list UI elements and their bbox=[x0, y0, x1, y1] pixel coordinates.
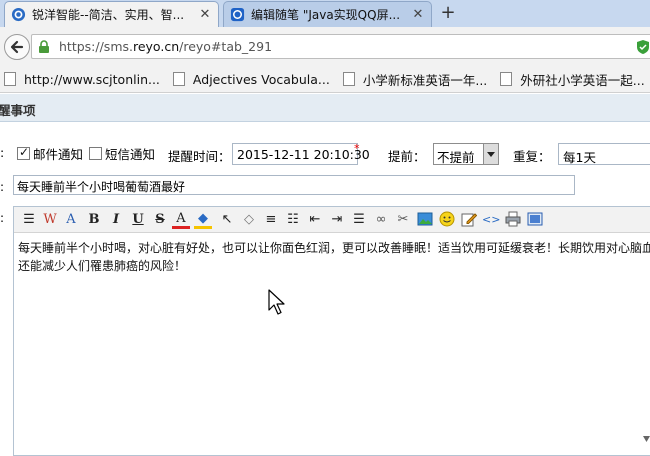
bookmark-item[interactable]: Adjectives Vocabula... bbox=[172, 71, 330, 87]
rich-text-editor: ☰ W A B I U S A ◆ ↖ ◇ ≡ ☷ ⇤ ⇥ ☰ ∞ ✂ <> 每… bbox=[13, 206, 650, 456]
mouse-cursor-icon bbox=[268, 289, 285, 315]
repeat-input[interactable]: 每1天 bbox=[558, 143, 650, 165]
sms-notify-checkbox[interactable] bbox=[89, 147, 102, 160]
panel-header: 醒事项 bbox=[0, 94, 650, 122]
panel-title: 醒事项 bbox=[0, 103, 36, 118]
strikethrough-icon[interactable]: S bbox=[151, 211, 169, 229]
fullscreen-icon[interactable] bbox=[526, 211, 544, 229]
tab-blog-editor[interactable]: 编辑随笔 "Java实现QQ屏... ✕ bbox=[223, 1, 432, 27]
editor-content[interactable]: 每天睡前半个小时喝，对心脏有好处，也可以让你面色红润，更可以改善睡眠！适当饮用可… bbox=[18, 239, 650, 275]
smiley-icon[interactable] bbox=[438, 211, 456, 229]
link-icon[interactable]: ∞ bbox=[372, 211, 390, 229]
row-label-colon: : bbox=[0, 145, 5, 160]
resize-handle-icon[interactable] bbox=[643, 436, 650, 442]
url-text: https://sms.reyo.cn/reyo#tab_291 bbox=[59, 39, 273, 54]
image-icon[interactable] bbox=[416, 211, 434, 229]
chevron-down-icon bbox=[483, 144, 498, 164]
page-icon bbox=[342, 72, 355, 86]
bookmark-label: 外研社小学英语一起... bbox=[520, 72, 645, 88]
font-color-a-icon[interactable]: A bbox=[62, 211, 80, 229]
email-notify-label: 邮件通知 bbox=[33, 147, 84, 162]
bookmark-label: 小学新标准英语一年... bbox=[362, 72, 488, 88]
outdent-icon[interactable]: ⇤ bbox=[306, 211, 324, 229]
shield-extension-icon[interactable] bbox=[636, 39, 650, 55]
edit-icon[interactable] bbox=[460, 211, 478, 229]
bookmark-label: Adjectives Vocabula... bbox=[192, 71, 330, 87]
indent-icon[interactable]: ⇥ bbox=[328, 211, 346, 229]
content-label-colon: : bbox=[0, 211, 5, 225]
bold-icon[interactable]: B bbox=[85, 211, 103, 229]
print-icon[interactable] bbox=[504, 211, 522, 229]
reminder-options-row: : 邮件通知 短信通知 提醒时间： 2015-12-11 20:10:30 * … bbox=[0, 140, 650, 168]
bookmark-item[interactable]: http://www.scjtonlin... bbox=[4, 72, 160, 87]
repeat-label: 重复： bbox=[513, 149, 551, 164]
page-icon bbox=[500, 72, 513, 86]
tab-strip: 锐洋智能--简洁、实用、智... ✕ 编辑随笔 "Java实现QQ屏... ✕ … bbox=[0, 0, 650, 27]
text-color-icon[interactable]: A bbox=[172, 211, 190, 229]
align-icon[interactable]: ≡ bbox=[262, 211, 280, 229]
select-icon[interactable]: ↖ bbox=[218, 211, 236, 229]
tab-close-icon[interactable]: ✕ bbox=[198, 7, 212, 22]
address-bar[interactable]: https://sms.reyo.cn/reyo#tab_291 bbox=[31, 34, 650, 59]
content-line: 还能减少人们罹患肺癌的风险！ bbox=[18, 259, 187, 273]
required-mark: * bbox=[354, 142, 360, 155]
bookmark-item[interactable]: 外研社小学英语一起... bbox=[500, 70, 645, 89]
bookmarks-bar: http://www.scjtonlin... Adjectives Vocab… bbox=[0, 66, 650, 93]
unlink-icon[interactable]: ✂ bbox=[394, 211, 412, 229]
tab-close-icon[interactable]: ✕ bbox=[411, 7, 425, 22]
advance-select[interactable]: 不提前 bbox=[433, 143, 499, 165]
paste-word-icon[interactable]: W bbox=[41, 211, 59, 229]
subject-label-colon: : bbox=[0, 180, 5, 194]
email-notify-checkbox[interactable] bbox=[17, 145, 30, 160]
back-arrow-icon bbox=[10, 40, 24, 54]
bookmark-item[interactable]: 小学新标准英语一年... bbox=[342, 70, 488, 89]
page-icon bbox=[172, 72, 185, 86]
bookmark-label: http://www.scjtonlin... bbox=[24, 71, 160, 87]
source-code-icon[interactable]: <> bbox=[482, 211, 500, 229]
page-icon bbox=[4, 72, 16, 86]
lock-icon bbox=[39, 40, 49, 53]
tab-reyo[interactable]: 锐洋智能--简洁、实用、智... ✕ bbox=[4, 1, 219, 27]
content-line: 每天睡前半个小时喝，对心脏有好处，也可以让你面色红润，更可以改善睡眠！适当饮用可… bbox=[18, 241, 650, 255]
remind-time-input[interactable]: 2015-12-11 20:10:30 bbox=[232, 143, 370, 165]
navigation-toolbar: https://sms.reyo.cn/reyo#tab_291 bbox=[0, 27, 650, 66]
underline-icon[interactable]: U bbox=[129, 211, 147, 229]
cnblogs-favicon-icon bbox=[230, 7, 245, 22]
reyo-favicon-icon bbox=[11, 7, 26, 22]
remind-time-label: 提醒时间： bbox=[168, 149, 231, 164]
numbered-list-icon[interactable]: ☰ bbox=[350, 211, 368, 229]
eraser-icon[interactable]: ◇ bbox=[240, 211, 258, 229]
tab-title: 编辑随笔 "Java实现QQ屏... bbox=[251, 8, 401, 22]
back-button[interactable] bbox=[4, 34, 30, 60]
sms-notify-label: 短信通知 bbox=[105, 147, 156, 162]
bg-color-icon[interactable]: ◆ bbox=[194, 211, 212, 229]
advance-label: 提前： bbox=[388, 149, 426, 164]
editor-toolbar: ☰ W A B I U S A ◆ ↖ ◇ ≡ ☷ ⇤ ⇥ ☰ ∞ ✂ <> bbox=[14, 207, 650, 233]
format-icon[interactable]: ☰ bbox=[20, 211, 38, 229]
italic-icon[interactable]: I bbox=[107, 211, 125, 229]
tab-title: 锐洋智能--简洁、实用、智... bbox=[32, 8, 185, 22]
new-tab-icon[interactable]: + bbox=[438, 3, 458, 23]
subject-input[interactable]: 每天睡前半个小时喝葡萄酒最好 bbox=[13, 175, 575, 195]
bullet-list-icon[interactable]: ☷ bbox=[284, 211, 302, 229]
